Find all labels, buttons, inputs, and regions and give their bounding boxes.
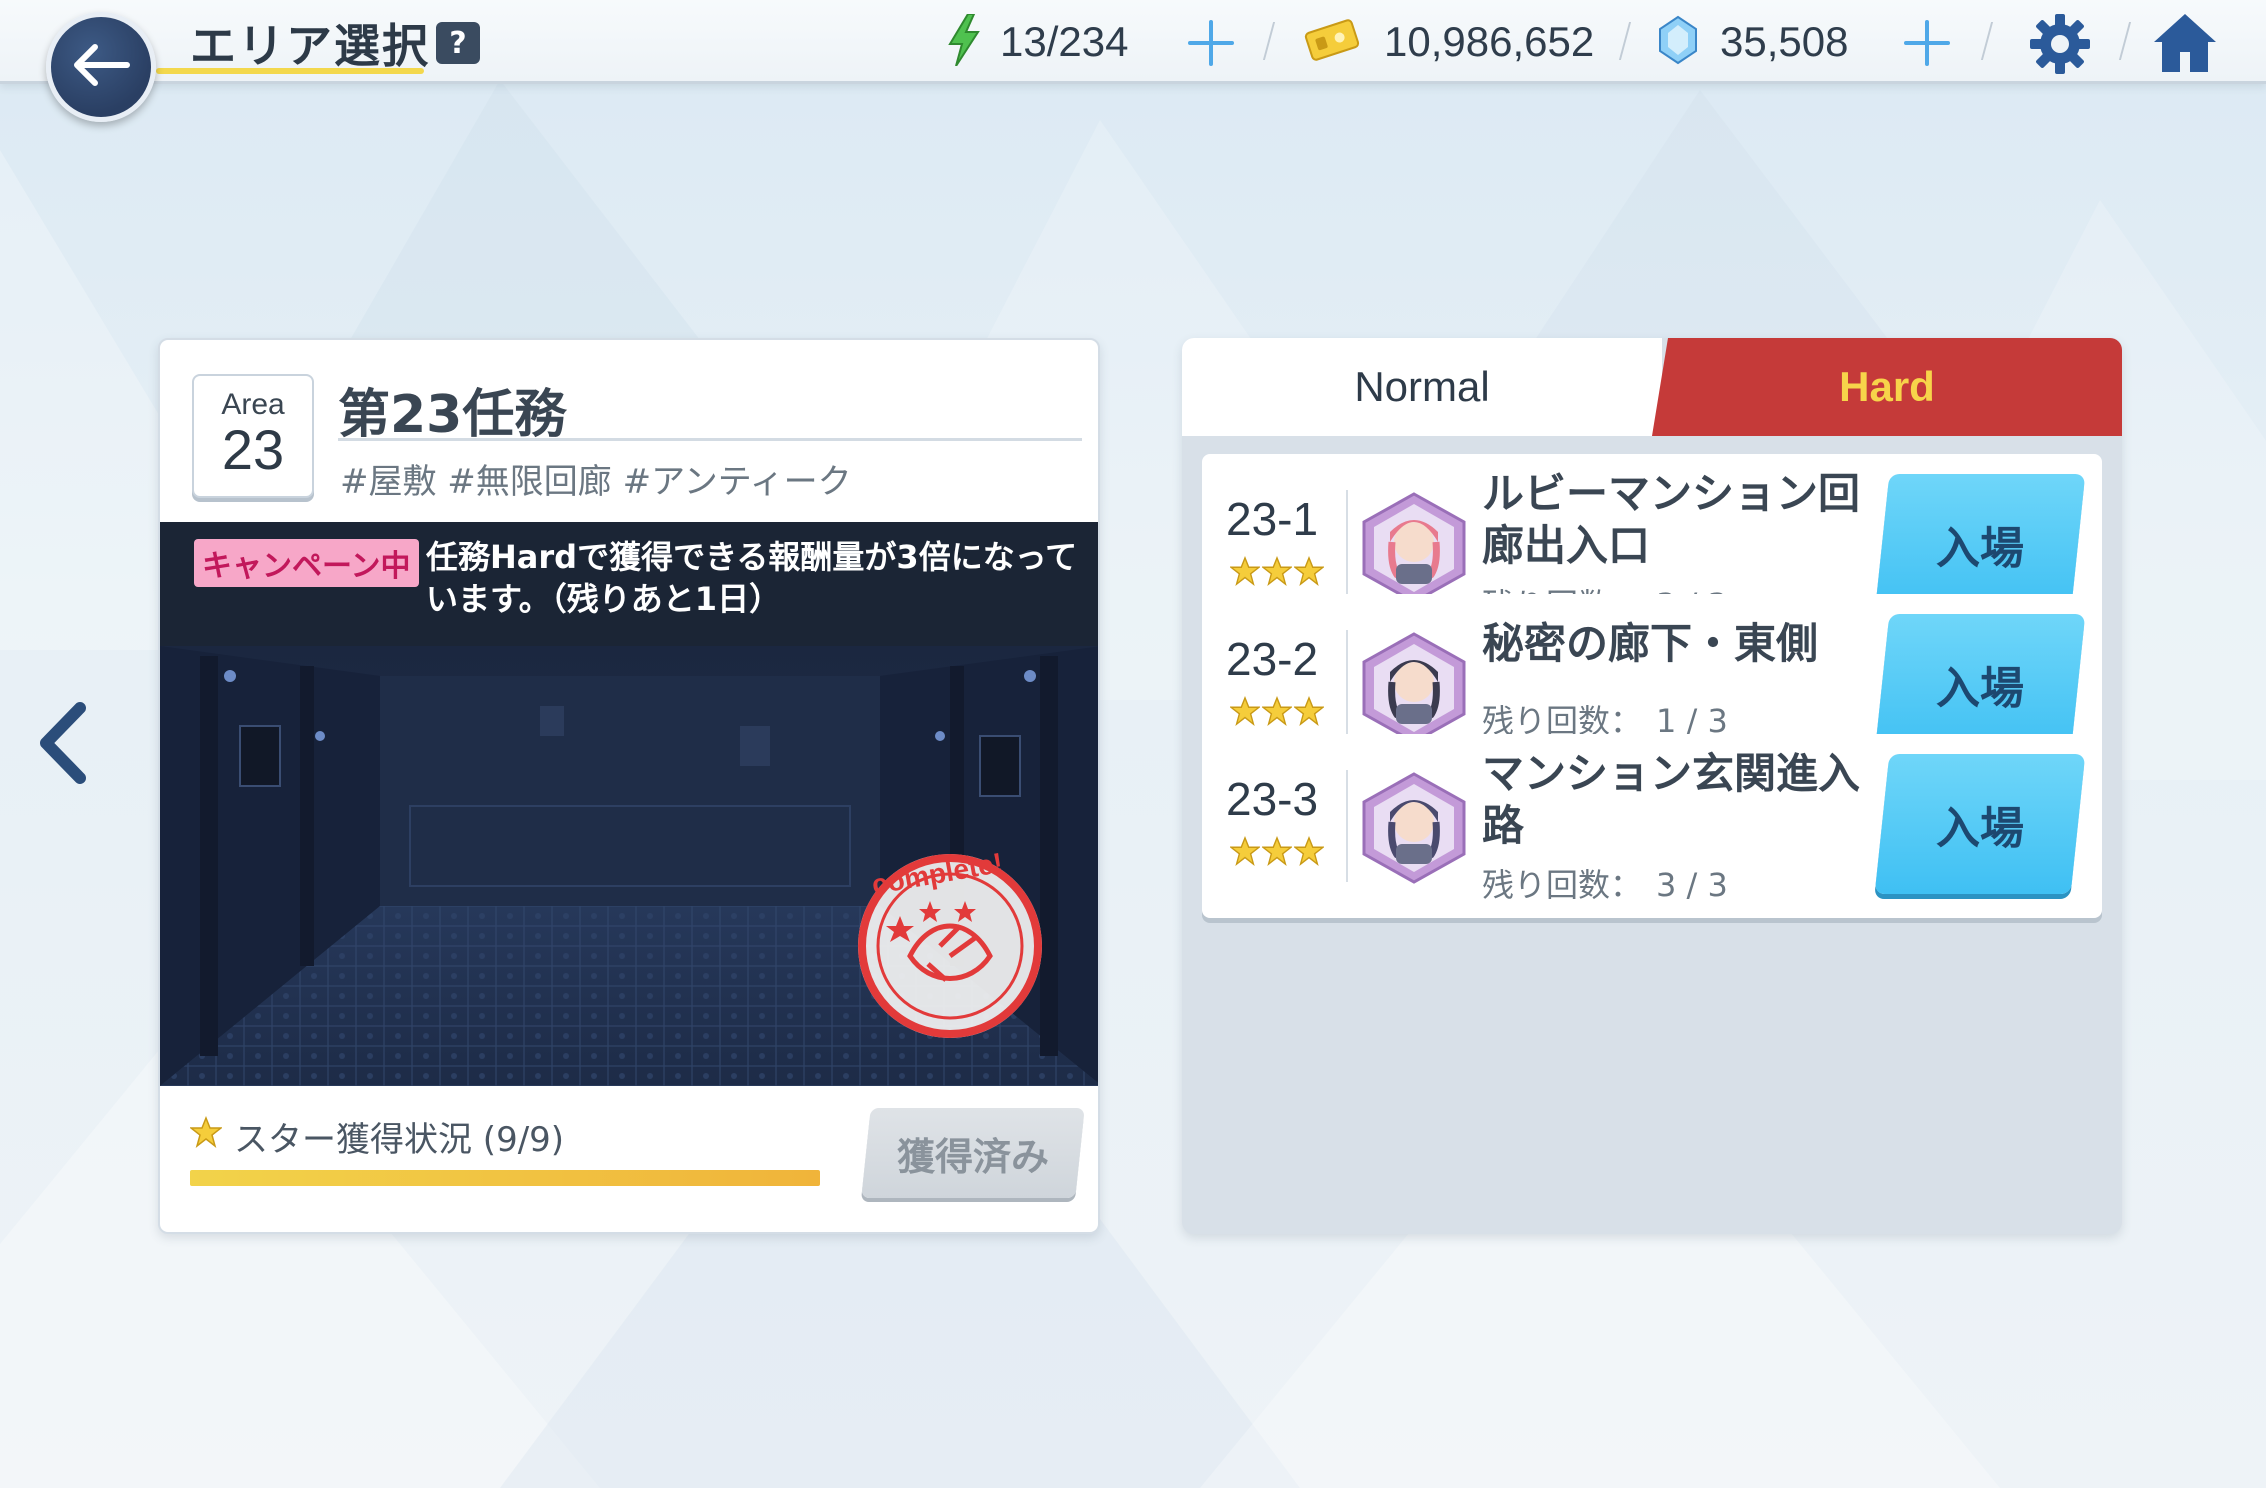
- coins-display: 10,986,652: [1304, 14, 1594, 70]
- star-status-text: スター獲得状況 (9/9): [234, 1120, 565, 1160]
- area-image[interactable]: complete!: [160, 646, 1098, 1086]
- star-status: スター獲得状況 (9/9): [188, 1112, 565, 1161]
- gems-plus-button[interactable]: [1902, 18, 1952, 68]
- stage-stars: [1228, 835, 1326, 870]
- enter-label: 入場: [1936, 803, 2024, 854]
- gem-icon: [1658, 15, 1698, 69]
- star-icon: [1260, 695, 1294, 730]
- stamina-plus-button[interactable]: [1186, 18, 1236, 68]
- character-avatar: [1360, 492, 1468, 604]
- stamina-display: 13/234: [946, 13, 1129, 70]
- star-icon: [188, 1115, 224, 1157]
- star-icon: [1228, 695, 1262, 730]
- home-button[interactable]: [2150, 10, 2220, 76]
- star-icon: [1292, 695, 1326, 730]
- star-icon: [1228, 835, 1262, 870]
- enter-button[interactable]: 入場: [1874, 474, 2086, 614]
- stage-panel: Normal Hard 23-1 ルビーマンション回廊出入口 残り回数： 3 / …: [1182, 338, 2122, 1234]
- divider: [338, 438, 1082, 441]
- character-avatar: [1360, 772, 1468, 884]
- stage-number: 23-1: [1226, 493, 1319, 545]
- area-name: 第23任務: [338, 385, 567, 445]
- gems-display: 35,508: [1658, 14, 1848, 70]
- area-card: Area 23 第23任務 #屋敷 #無限回廊 #アンティーク キャンペーン中 …: [158, 338, 1100, 1234]
- stage-number: 23-3: [1226, 773, 1319, 825]
- stage-stars: [1228, 695, 1326, 730]
- stamina-value: 13/234: [1000, 18, 1129, 65]
- acquired-label: 獲得済み: [896, 1134, 1049, 1179]
- stage-row-23-3[interactable]: 23-3 マンション玄関進入路 残り回数： 3 / 3 入場: [1202, 734, 2102, 918]
- settings-button[interactable]: [2028, 12, 2092, 76]
- divider: [1346, 490, 1348, 602]
- previous-area-button[interactable]: [34, 700, 94, 786]
- page-title: エリア選択: [190, 19, 430, 73]
- title-underline: [156, 68, 424, 74]
- area-badge-label: Area: [221, 388, 285, 421]
- help-button[interactable]: ?: [436, 22, 480, 64]
- divider: [1346, 770, 1348, 882]
- separator: [1618, 22, 1632, 60]
- back-button[interactable]: [46, 12, 156, 122]
- campaign-banner: キャンペーン中 任務Hardで獲得できる報酬量が3倍になっています。（残りあと1…: [160, 522, 1098, 646]
- enter-label: 入場: [1936, 523, 2024, 574]
- stage-title: マンション玄関進入路: [1482, 749, 1861, 850]
- gear-icon: [2028, 14, 2092, 80]
- stage-stars: [1228, 555, 1326, 590]
- stage-title: 秘密の廊下・東側: [1482, 619, 1819, 668]
- remaining-label: 残り回数：: [1482, 866, 1643, 904]
- tab-normal[interactable]: Normal: [1182, 338, 1662, 436]
- top-bar: エリア選択 ? 13/234 10,986,652 35,508: [0, 0, 2266, 84]
- tab-hard[interactable]: Hard: [1652, 338, 2122, 436]
- separator: [1980, 22, 1994, 60]
- character-avatar: [1360, 632, 1468, 744]
- star-icon: [1228, 555, 1262, 590]
- star-icon: [1292, 835, 1326, 870]
- lightning-icon: [946, 13, 982, 70]
- coins-value: 10,986,652: [1384, 18, 1595, 65]
- home-icon: [2150, 14, 2220, 80]
- acquired-button[interactable]: 獲得済み: [861, 1108, 1085, 1198]
- chevron-left-icon: [34, 702, 94, 790]
- stage-title: ルビーマンション回廊出入口: [1482, 469, 1861, 570]
- gems-value: 35,508: [1720, 18, 1849, 65]
- star-icon: [1260, 835, 1294, 870]
- area-badge-number: 23: [221, 418, 285, 481]
- coin-ticket-icon: [1304, 18, 1360, 66]
- stage-number: 23-2: [1226, 633, 1319, 685]
- campaign-text: 任務Hardで獲得できる報酬量が3倍になっています。（残りあと1日）: [426, 538, 1078, 618]
- divider: [1346, 630, 1348, 742]
- area-badge: Area 23: [192, 374, 314, 498]
- remaining-value: 3 / 3: [1656, 866, 1728, 904]
- star-progress-fill: [190, 1170, 820, 1186]
- enter-button[interactable]: 入場: [1874, 754, 2086, 894]
- star-icon: [1260, 555, 1294, 590]
- separator: [1262, 22, 1276, 60]
- campaign-badge: キャンペーン中: [194, 539, 419, 587]
- stage-remaining: 残り回数： 3 / 3: [1482, 860, 1728, 906]
- star-progress-bar: [190, 1170, 820, 1186]
- arrow-left-icon: [71, 43, 131, 91]
- enter-button[interactable]: 入場: [1874, 614, 2086, 754]
- separator: [2118, 22, 2132, 60]
- star-icon: [1292, 555, 1326, 590]
- area-tags: #屋敷 #無限回廊 #アンティーク: [340, 462, 852, 502]
- enter-label: 入場: [1936, 663, 2024, 714]
